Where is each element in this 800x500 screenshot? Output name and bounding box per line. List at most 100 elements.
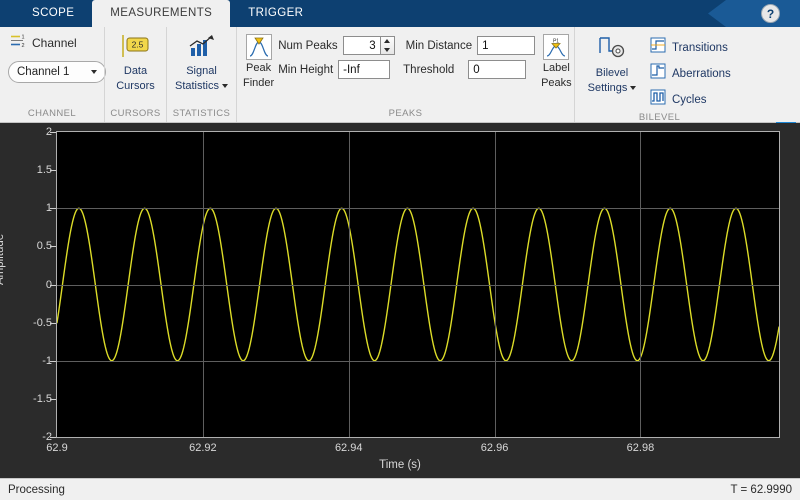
status-time: T = 62.9990 — [730, 483, 793, 496]
y-tick-label: 1 — [45, 202, 52, 215]
signal-statistics-label-line1: Signal — [186, 65, 217, 77]
y-tick-label: -1.5 — [33, 392, 52, 405]
peaks-group-body: Peak Finder Num Peaks 3 Min Distance 1 M… — [237, 27, 574, 107]
peak-finder-label-line1: Peak — [246, 62, 272, 74]
scope-plot[interactable]: Amplitude Time (s) 2 1.5 1 0.5 0 -0.5 -1 -1.5 -2… — [0, 123, 800, 478]
peak-finder-label-line2: Finder — [243, 76, 275, 89]
ribbon-group-bilevel: Bilevel Settings Transitions Aberrations… — [574, 27, 744, 123]
x-tick-label: 62.94 — [334, 442, 363, 454]
cursors-group-body: 2.5 Data Cursors — [105, 27, 166, 107]
statistics-group-body: Signal Statistics — [167, 27, 236, 107]
chevron-down-icon — [630, 85, 637, 90]
status-bar: Processing T = 62.9990 — [0, 478, 800, 500]
label-peaks-label-line2: Peaks — [541, 76, 572, 89]
bilevel-group-body: Bilevel Settings Transitions Aberrations… — [575, 27, 744, 111]
aberrations-icon — [650, 63, 666, 84]
label-peaks-button[interactable]: P1 Label Peaks — [541, 32, 572, 89]
spin-up-icon[interactable] — [384, 39, 391, 44]
tab-measurements[interactable]: MEASUREMENTS — [92, 0, 231, 27]
tab-bar-leading-spacer — [0, 0, 14, 27]
scope-window: SCOPE MEASUREMENTS TRIGGER ? 1 2 Channel… — [0, 0, 800, 500]
min-height-row: Min Height -Inf Threshold 0 — [278, 60, 535, 79]
num-peaks-label: Num Peaks — [278, 39, 338, 52]
channel-group-body: 1 2 Channel Channel 1 — [0, 27, 106, 107]
y-tick-label: 0 — [45, 278, 52, 291]
bilevel-gear-icon — [597, 34, 627, 65]
help-chevron-background — [708, 0, 800, 27]
threshold-label: Threshold — [403, 63, 455, 76]
data-cursors-label-line1: Data — [123, 65, 148, 77]
x-tick-label: 62.98 — [626, 442, 655, 454]
group-title-cursors: CURSORS — [110, 108, 161, 119]
cycles-button[interactable]: Cycles — [647, 88, 734, 111]
channel-button-label: Channel — [32, 36, 77, 50]
num-peaks-input[interactable]: 3 — [342, 36, 381, 55]
aberrations-button[interactable]: Aberrations — [647, 62, 734, 85]
axes-box[interactable] — [56, 131, 780, 438]
transitions-icon — [650, 37, 666, 58]
label-peaks-label-line1: Label — [542, 62, 570, 74]
help-icon[interactable]: ? — [761, 4, 780, 23]
ribbon-group-channel: 1 2 Channel Channel 1 CHANNEL — [0, 27, 106, 122]
x-axis-label: Time (s) — [379, 459, 421, 471]
cycles-label: Cycles — [672, 93, 707, 106]
min-height-label: Min Height — [278, 63, 334, 76]
bilevel-measure-list: Transitions Aberrations Cycles — [647, 32, 734, 111]
signal-statistics-button[interactable]: Signal Statistics — [173, 32, 230, 92]
y-tick-label: 0.5 — [36, 240, 52, 253]
svg-text:2.5: 2.5 — [131, 40, 143, 50]
min-distance-label: Min Distance — [405, 39, 473, 52]
peak-finder-button[interactable]: Peak Finder — [243, 32, 274, 89]
svg-text:2: 2 — [22, 43, 25, 49]
data-cursor-tag-icon: 2.5 — [120, 34, 152, 63]
gridline-vertical — [348, 132, 350, 437]
channel-select-value: Channel 1 — [17, 66, 70, 78]
bilevel-settings-label-line1: Bilevel — [595, 67, 629, 79]
channel-select[interactable]: Channel 1 — [8, 61, 106, 83]
spin-down-icon[interactable] — [384, 47, 391, 52]
aberrations-label: Aberrations — [672, 67, 731, 80]
x-tick-label: 62.96 — [480, 442, 509, 454]
ribbon-group-cursors: 2.5 Data Cursors CURSORS — [104, 27, 166, 122]
gridline-vertical — [202, 132, 204, 437]
peaks-fields: Num Peaks 3 Min Distance 1 Min Height -I… — [278, 32, 536, 79]
data-cursors-label-line2: Cursors — [116, 79, 155, 92]
signal-statistics-label-line2: Statistics — [175, 80, 228, 93]
gridline-vertical — [640, 132, 642, 437]
num-peaks-spin-buttons[interactable] — [380, 36, 395, 55]
y-tick-label: 1.5 — [36, 164, 52, 177]
data-cursors-button[interactable]: 2.5 Data Cursors — [111, 32, 160, 92]
transitions-label: Transitions — [672, 41, 728, 54]
tab-bar: SCOPE MEASUREMENTS TRIGGER ? — [0, 0, 800, 27]
group-title-statistics: STATISTICS — [172, 108, 231, 119]
gridline-horizontal — [57, 208, 779, 210]
status-message: Processing — [8, 483, 65, 496]
num-peaks-stepper[interactable]: 3 — [342, 36, 395, 55]
ribbon-group-peaks: Peak Finder Num Peaks 3 Min Distance 1 M… — [236, 27, 574, 122]
min-distance-input[interactable]: 1 — [477, 36, 536, 55]
svg-text:1: 1 — [22, 35, 25, 41]
group-title-channel: CHANNEL — [27, 108, 77, 119]
transitions-button[interactable]: Transitions — [647, 36, 734, 59]
chevron-down-icon — [222, 83, 228, 88]
gridline-vertical — [494, 132, 496, 437]
peak-finder-icon — [245, 34, 272, 60]
y-tick-label: 2 — [45, 126, 52, 138]
channel-lines-icon: 1 2 — [10, 32, 27, 54]
threshold-input[interactable]: 0 — [468, 60, 527, 79]
min-height-input[interactable]: -Inf — [338, 60, 391, 79]
help-area: ? — [690, 0, 800, 27]
y-axis-label: Amplitude — [0, 233, 6, 285]
tab-scope[interactable]: SCOPE — [14, 0, 92, 27]
label-peaks-icon: P1 — [543, 34, 570, 60]
group-title-peaks: PEAKS — [388, 108, 423, 119]
channel-button[interactable]: 1 2 Channel — [6, 32, 77, 54]
bar-chart-trend-icon — [187, 34, 217, 63]
tab-trigger[interactable]: TRIGGER — [230, 0, 321, 27]
chevron-down-icon — [91, 70, 97, 74]
ribbon: 1 2 Channel Channel 1 CHANNEL 2.5 Data C… — [0, 27, 800, 142]
num-peaks-row: Num Peaks 3 Min Distance 1 — [278, 36, 536, 55]
bilevel-settings-button[interactable]: Bilevel Settings — [581, 32, 643, 94]
x-tick-label: 62.9 — [46, 442, 68, 454]
bilevel-settings-label-line2: Settings — [588, 82, 637, 95]
